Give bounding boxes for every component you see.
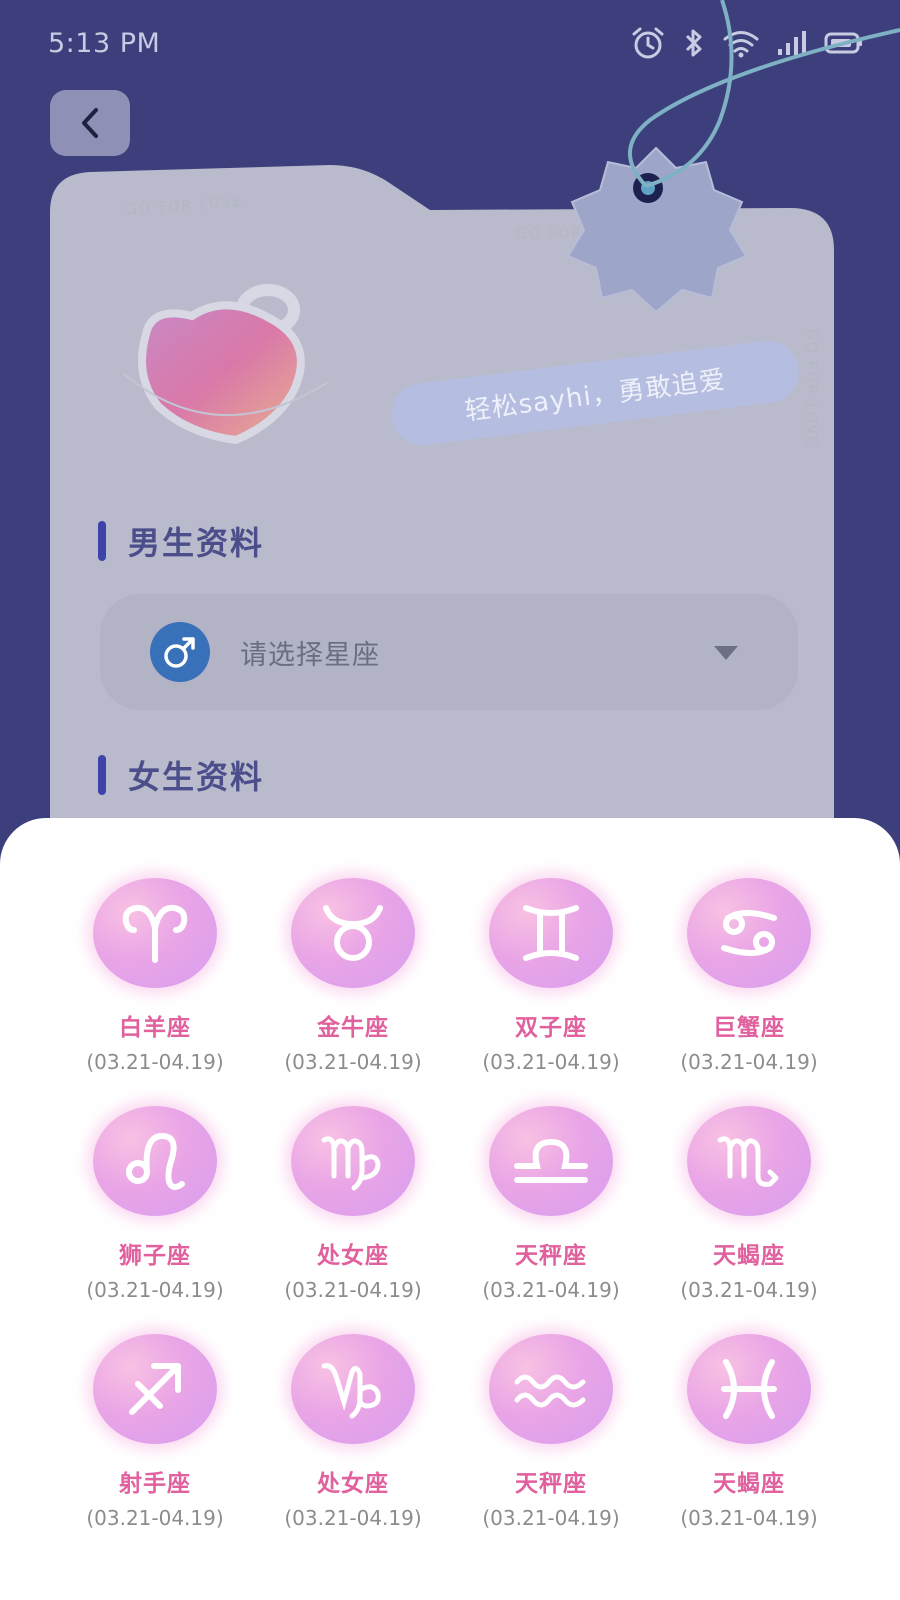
zodiac-date: (03.21-04.19) (284, 1506, 422, 1530)
zodiac-date: (03.21-04.19) (680, 1506, 818, 1530)
zodiac-name: 白羊座 (119, 1015, 191, 1041)
zodiac-date: (03.21-04.19) (284, 1278, 422, 1302)
zodiac-option[interactable]: 天秤座 (03.21-04.19) (452, 1106, 650, 1306)
zodiac-option[interactable]: 处女座 (03.21-04.19) (254, 1106, 452, 1306)
capricorn-icon (291, 1334, 415, 1444)
female-section-label: 女生资料 (128, 758, 265, 796)
zodiac-option[interactable]: 巨蟹座 (03.21-04.19) (650, 878, 848, 1078)
section-bar (98, 521, 106, 561)
zodiac-name: 双子座 (515, 1015, 587, 1041)
zodiac-option[interactable]: 金牛座 (03.21-04.19) (254, 878, 452, 1078)
zodiac-date: (03.21-04.19) (482, 1506, 620, 1530)
zodiac-name: 金牛座 (317, 1015, 389, 1041)
aries-icon (93, 878, 217, 988)
zodiac-date: (03.21-04.19) (680, 1278, 818, 1302)
zodiac-name: 射手座 (119, 1471, 191, 1497)
zodiac-name: 处女座 (317, 1243, 389, 1269)
zodiac-name: 天秤座 (515, 1471, 587, 1497)
zodiac-date: (03.21-04.19) (86, 1506, 224, 1530)
male-section-title: 男生资料 (98, 518, 264, 564)
watermark-text: GO FOR LOVE (803, 328, 820, 448)
zodiac-name: 巨蟹座 (713, 1015, 785, 1041)
pisces-icon (687, 1334, 811, 1444)
zodiac-picker-sheet: 白羊座 (03.21-04.19) 金牛座 (03.21-04.19) 双子座 … (0, 818, 900, 1600)
zodiac-name: 天蝎座 (713, 1471, 785, 1497)
zodiac-grid: 白羊座 (03.21-04.19) 金牛座 (03.21-04.19) 双子座 … (56, 878, 848, 1534)
zodiac-name: 天秤座 (515, 1243, 587, 1269)
zodiac-option[interactable]: 白羊座 (03.21-04.19) (56, 878, 254, 1078)
scorpio-icon (687, 1106, 811, 1216)
zodiac-name: 狮子座 (119, 1243, 191, 1269)
zodiac-date: (03.21-04.19) (482, 1278, 620, 1302)
taurus-icon (291, 878, 415, 988)
gemini-icon (489, 878, 613, 988)
zodiac-option[interactable]: 狮子座 (03.21-04.19) (56, 1106, 254, 1306)
cancer-icon (687, 878, 811, 988)
zodiac-date: (03.21-04.19) (680, 1050, 818, 1074)
zodiac-option[interactable]: 天蝎座 (03.21-04.19) (650, 1106, 848, 1306)
section-bar (98, 755, 106, 795)
tag-string (628, 0, 900, 188)
female-section-title: 女生资料 (98, 752, 264, 798)
zodiac-name: 天蝎座 (713, 1243, 785, 1269)
zodiac-date: (03.21-04.19) (284, 1050, 422, 1074)
select-placeholder: 请选择星座 (240, 639, 380, 671)
virgo-icon (291, 1106, 415, 1216)
zodiac-option[interactable]: 双子座 (03.21-04.19) (452, 878, 650, 1078)
zodiac-date: (03.21-04.19) (482, 1050, 620, 1074)
sagittarius-icon (93, 1334, 217, 1444)
zodiac-option[interactable]: 射手座 (03.21-04.19) (56, 1334, 254, 1534)
zodiac-option[interactable]: 处女座 (03.21-04.19) (254, 1334, 452, 1534)
male-zodiac-select[interactable]: 请选择星座 (100, 594, 798, 710)
male-section-label: 男生资料 (128, 524, 265, 562)
zodiac-name: 处女座 (317, 1471, 389, 1497)
libra-icon (489, 1106, 613, 1216)
caret-down-icon (714, 646, 738, 660)
zodiac-date: (03.21-04.19) (86, 1278, 224, 1302)
zodiac-date: (03.21-04.19) (86, 1050, 224, 1074)
leo-icon (93, 1106, 217, 1216)
male-symbol-icon (150, 622, 210, 682)
zodiac-option[interactable]: 天秤座 (03.21-04.19) (452, 1334, 650, 1534)
zodiac-option[interactable]: 天蝎座 (03.21-04.19) (650, 1334, 848, 1534)
aquarius-icon (489, 1334, 613, 1444)
